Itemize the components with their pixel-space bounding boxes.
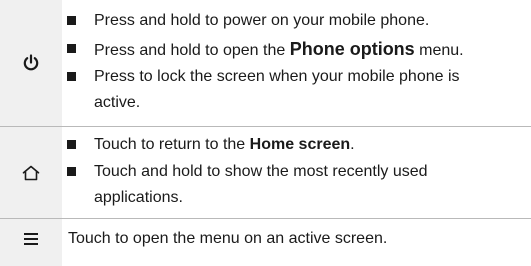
list-item: Touch and hold to show the most recently… xyxy=(62,159,502,211)
menu-key-row: Touch to open the menu on an active scre… xyxy=(0,219,531,266)
power-icon-cell xyxy=(0,0,62,126)
menu-key-description: Touch to open the menu on an active scre… xyxy=(62,219,531,266)
bullet-text: Press and hold to power on your mobile p… xyxy=(94,12,430,29)
list-item: Touch to return to the Home screen. xyxy=(62,132,502,158)
home-icon xyxy=(22,165,40,180)
list-item: Press to lock the screen when your mobil… xyxy=(62,64,502,116)
power-key-row: Press and hold to power on your mobile p… xyxy=(0,0,531,126)
bullet-text-suffix: menu. xyxy=(414,42,464,59)
bullet-text: Press and hold to open the xyxy=(94,42,290,59)
home-key-description: Touch to return to the Home screen. Touc… xyxy=(62,127,531,218)
menu-icon xyxy=(24,232,38,245)
bullet-square-icon xyxy=(67,16,76,25)
bullet-square-icon xyxy=(67,72,76,81)
home-screen-term: Home screen xyxy=(249,136,351,153)
bullet-text: Touch to return to the xyxy=(94,136,250,153)
bullet-square-icon xyxy=(67,140,76,149)
phone-options-term: Phone options xyxy=(289,39,415,59)
key-function-table: Press and hold to power on your mobile p… xyxy=(0,0,531,266)
bullet-square-icon xyxy=(67,44,76,53)
home-key-row: Touch to return to the Home screen. Touc… xyxy=(0,127,531,218)
list-item: Press and hold to open the Phone options… xyxy=(62,36,502,64)
bullet-square-icon xyxy=(67,167,76,176)
power-key-description: Press and hold to power on your mobile p… xyxy=(62,0,531,126)
list-item: Press and hold to power on your mobile p… xyxy=(62,8,502,34)
menu-key-text: Touch to open the menu on an active scre… xyxy=(68,229,388,247)
menu-icon-cell xyxy=(0,219,62,266)
home-icon-cell xyxy=(0,127,62,218)
bullet-text-suffix: . xyxy=(350,136,355,153)
bullet-text: Touch and hold to show the most recently… xyxy=(94,163,428,206)
bullet-text: Press to lock the screen when your mobil… xyxy=(94,68,460,111)
power-icon xyxy=(23,54,39,71)
